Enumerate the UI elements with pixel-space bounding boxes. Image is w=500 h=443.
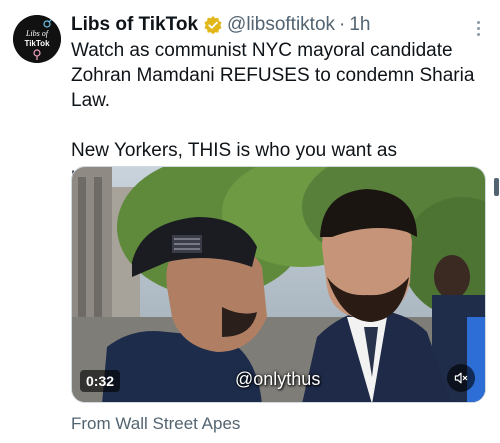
avatar[interactable]: Libs of TikTok <box>13 15 61 63</box>
video-watermark: @onlythus <box>235 369 321 389</box>
video-player[interactable]: 0:32 @onlythus <box>71 166 486 403</box>
timestamp[interactable]: 1h <box>349 14 370 36</box>
video-duration-badge: 0:32 <box>80 370 121 392</box>
source-attribution[interactable]: From Wall Street Apes <box>71 414 240 434</box>
tweet-header: Libs of TikTok @libsoftiktok · 1h <box>71 13 470 37</box>
display-name[interactable]: Libs of TikTok <box>71 14 198 36</box>
volume-muted-icon[interactable] <box>447 364 475 392</box>
video-frame <box>72 167 485 402</box>
avatar-text-bottom: TikTok <box>24 39 50 48</box>
avatar-text-top: Libs of <box>25 29 50 38</box>
separator-dot: · <box>339 14 346 35</box>
user-handle[interactable]: @libsoftiktok <box>227 14 335 36</box>
tweet-card[interactable]: Libs of TikTok Libs of TikTok @libsoftik… <box>0 0 500 443</box>
libs-of-tiktok-logo-icon: Libs of TikTok <box>13 15 61 63</box>
scrollbar-thumb[interactable] <box>494 178 499 196</box>
tweet-text-paragraph-1: Watch as communist NYC mayoral candidate… <box>71 40 475 111</box>
verified-badge-icon <box>203 15 223 35</box>
more-options-icon[interactable] <box>468 16 488 40</box>
